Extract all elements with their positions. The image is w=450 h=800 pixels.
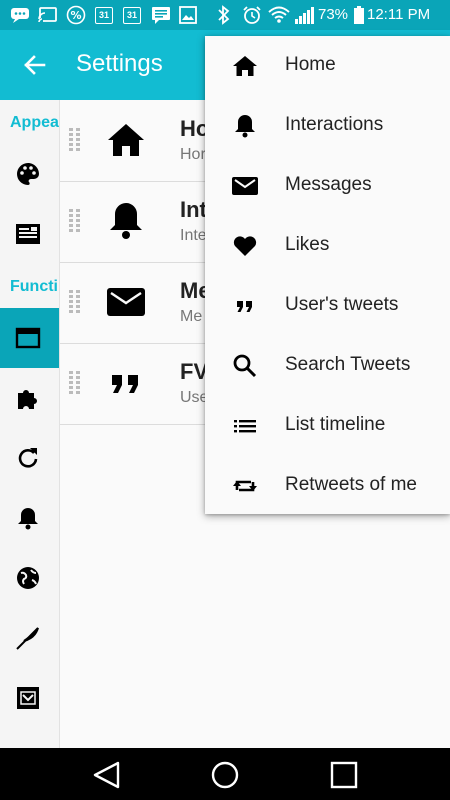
menu-item-label: Likes <box>285 234 330 255</box>
back-triangle-icon[interactable] <box>92 760 122 790</box>
sidebar-section-functions: Functi <box>10 278 58 295</box>
sidebar-section-appearance: Appea <box>10 114 59 131</box>
bell-icon <box>104 199 148 243</box>
menu-item-label: List timeline <box>285 414 386 435</box>
message-icon <box>151 6 171 24</box>
status-time: 12:11 PM <box>367 6 431 23</box>
menu-item-search-tweets[interactable]: Search Tweets <box>205 336 450 396</box>
drag-handle-icon[interactable] <box>68 209 82 233</box>
menu-item-interactions[interactable]: Interactions <box>205 96 450 156</box>
drag-handle-icon[interactable] <box>68 290 82 314</box>
menu-item-label: Interactions <box>285 114 384 135</box>
list-icon <box>231 412 259 440</box>
menu-item-label: Messages <box>285 174 372 195</box>
puzzle-icon[interactable] <box>14 384 42 412</box>
feather-icon[interactable] <box>14 624 42 652</box>
heart-icon <box>231 232 259 260</box>
recents-square-icon[interactable] <box>329 760 359 790</box>
home-icon <box>231 52 259 80</box>
mail-icon <box>231 172 259 200</box>
menu-item-home[interactable]: Home <box>205 36 450 96</box>
system-nav-bar <box>0 748 450 800</box>
list-item-title: FV <box>180 359 209 384</box>
menu-item-messages[interactable]: Messages <box>205 156 450 216</box>
list-item-title: Int <box>180 197 207 222</box>
drag-handle-icon[interactable] <box>68 128 82 152</box>
chat-icon <box>10 6 30 24</box>
menu-item-list-timeline[interactable]: List timeline <box>205 396 450 456</box>
home-circle-icon[interactable] <box>210 760 240 790</box>
calendar-icon: 31 <box>95 6 113 24</box>
battery-icon <box>354 6 364 24</box>
bell-icon <box>231 112 259 140</box>
status-bar: % 31 31 73% 12:11 PM <box>0 0 450 30</box>
refresh-icon[interactable] <box>14 444 42 472</box>
alarm-icon <box>242 6 262 24</box>
quote-icon <box>104 361 148 405</box>
image-icon <box>179 6 197 24</box>
tab-icon[interactable] <box>14 324 42 352</box>
globe-icon[interactable] <box>14 564 42 592</box>
add-tab-menu: Home Interactions Messages Likes User's … <box>205 36 450 514</box>
svg-text:%: % <box>70 9 81 22</box>
list-item-subtitle: Hor <box>180 146 206 163</box>
wifi-icon <box>268 6 290 24</box>
app-icon[interactable] <box>14 684 42 712</box>
menu-item-retweets-of-me[interactable]: Retweets of me <box>205 456 450 516</box>
palette-icon[interactable] <box>14 160 42 188</box>
menu-item-label: Home <box>285 54 336 75</box>
home-icon <box>104 118 148 162</box>
battery-percent: 73% <box>318 6 349 23</box>
compose-icon[interactable] <box>14 220 42 248</box>
signal-icon <box>294 6 314 24</box>
sidebar: Appea Functi <box>0 100 60 748</box>
cast-icon <box>38 6 58 24</box>
bell-icon[interactable] <box>14 504 42 532</box>
retweet-icon <box>231 472 259 500</box>
menu-item-likes[interactable]: Likes <box>205 216 450 276</box>
calendar-icon: 31 <box>123 6 141 24</box>
list-item-subtitle: Inte <box>180 227 207 244</box>
search-icon <box>231 352 259 380</box>
menu-item-label: Retweets of me <box>285 474 417 495</box>
drag-handle-icon[interactable] <box>68 371 82 395</box>
bluetooth-icon <box>217 5 231 25</box>
menu-item-label: User's tweets <box>285 294 399 315</box>
percent-icon: % <box>66 5 86 25</box>
list-item-subtitle: Me <box>180 308 203 325</box>
menu-item-label: Search Tweets <box>285 354 411 375</box>
page-title: Settings <box>76 50 163 77</box>
quote-icon <box>231 292 259 320</box>
mail-icon <box>104 280 148 324</box>
arrow-back-icon[interactable] <box>22 52 48 78</box>
menu-item-users-tweets[interactable]: User's tweets <box>205 276 450 336</box>
